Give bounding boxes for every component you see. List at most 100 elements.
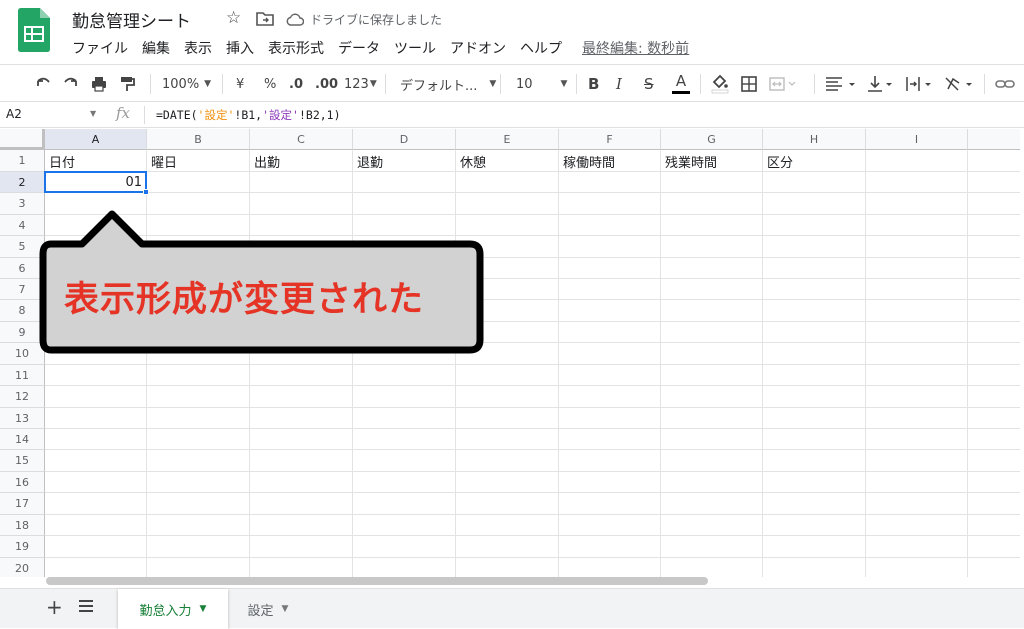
sheet-tab-attendance[interactable]: 勤怠入力 ▼ (118, 589, 228, 629)
percent-button[interactable]: % (264, 65, 276, 103)
row-header-18[interactable]: 18 (0, 515, 45, 536)
cell-a1[interactable]: 日付 (49, 152, 75, 171)
menu-file[interactable]: ファイル (72, 38, 128, 58)
font-size-select[interactable]: 10 ▼ (516, 65, 567, 103)
row-header-19[interactable]: 19 (0, 536, 45, 558)
menu-tools[interactable]: ツール (394, 38, 436, 58)
cell-c1[interactable]: 出勤 (254, 152, 280, 171)
formula-input[interactable]: =DATE('設定'!B1,'設定'!B2,1) (156, 107, 341, 123)
text-wrap-icon[interactable] (904, 65, 936, 103)
app-header: 勤怠管理シート ☆ ドライブに保存しました ファイル 編集 表示 挿入 表示形式… (0, 0, 1024, 64)
cell-b1[interactable]: 曜日 (151, 152, 177, 171)
fill-handle[interactable] (143, 189, 149, 195)
sheet-tab-settings[interactable]: 設定 ▼ (232, 589, 304, 629)
fill-color-icon[interactable] (710, 65, 730, 103)
chevron-down-icon[interactable]: ▼ (200, 604, 207, 614)
menu-help[interactable]: ヘルプ (520, 38, 562, 58)
all-sheets-icon[interactable] (78, 599, 94, 613)
row-header-15[interactable]: 15 (0, 450, 45, 472)
sheets-logo-icon[interactable] (18, 8, 50, 52)
number-format-label: 123 (344, 76, 369, 92)
print-icon[interactable] (90, 65, 108, 103)
formula-bar: A2 ▼ fx =DATE('設定'!B1,'設定'!B2,1) (0, 102, 1024, 128)
strikethrough-button[interactable]: S (644, 65, 654, 103)
toolbar: 100% ▼ ¥ % .0 .00 123 ▼ デフォルト... ▼ 10 ▼ B I … (0, 64, 1024, 102)
redo-icon[interactable] (62, 65, 80, 103)
chevron-down-icon: ▼ (489, 79, 497, 89)
column-header-d[interactable]: D (353, 129, 456, 150)
row-header-11[interactable]: 11 (0, 365, 45, 386)
insert-link-icon[interactable] (994, 65, 1016, 103)
cell-h1[interactable]: 区分 (767, 152, 793, 171)
merge-cells-icon[interactable] (768, 65, 798, 103)
decrease-decimal-button[interactable]: .0 (289, 65, 303, 103)
cloud-saved-icon[interactable] (286, 12, 304, 26)
row-header-5[interactable]: 5 (0, 236, 45, 258)
cell-g1[interactable]: 残業時間 (665, 152, 717, 171)
cell-e1[interactable]: 休憩 (460, 152, 486, 171)
menu-insert[interactable]: 挿入 (226, 38, 254, 58)
annotation-text: 表示形成が変更された (64, 280, 425, 320)
row-header-3[interactable]: 3 (0, 193, 45, 215)
horizontal-align-icon[interactable] (824, 65, 858, 103)
column-header-h[interactable]: H (763, 129, 866, 150)
row-header-13[interactable]: 13 (0, 408, 45, 429)
row-header-20[interactable]: 20 (0, 558, 45, 577)
move-folder-icon[interactable] (256, 10, 274, 26)
row-header-17[interactable]: 17 (0, 493, 45, 515)
row-header-9[interactable]: 9 (0, 322, 45, 343)
column-header-e[interactable]: E (456, 129, 559, 150)
paint-format-icon[interactable] (118, 65, 136, 103)
spreadsheet-grid[interactable]: ABCDEFGHI 1 2 3 4 5 6 7 8 9 10 11 12 13 14 15 16 17 18 19 2… (0, 129, 1020, 577)
row-header-12[interactable]: 12 (0, 386, 45, 408)
menu-edit[interactable]: 編集 (142, 38, 170, 58)
row-header-1[interactable]: 1 (0, 150, 45, 172)
text-color-button[interactable]: A (672, 65, 690, 103)
horizontal-scrollbar[interactable] (46, 577, 708, 585)
column-header-i[interactable]: I (866, 129, 968, 150)
row-header-16[interactable]: 16 (0, 472, 45, 493)
column-header-overflow[interactable] (968, 129, 1020, 150)
decrease-decimal-label: .0 (289, 76, 303, 92)
chevron-down-icon[interactable]: ▼ (90, 109, 96, 118)
italic-button[interactable]: I (616, 65, 622, 103)
increase-decimal-button[interactable]: .00 (315, 65, 338, 103)
select-all-corner[interactable] (0, 129, 45, 150)
menu-view[interactable]: 表示 (184, 38, 212, 58)
name-box[interactable]: A2 (6, 107, 22, 121)
column-header-a[interactable]: A (45, 129, 147, 150)
zoom-select[interactable]: 100% ▼ (162, 65, 211, 103)
sheet-tab-label: 勤怠入力 (139, 603, 192, 619)
cell-f1[interactable]: 稼働時間 (563, 152, 615, 171)
font-select[interactable]: デフォルト... ▼ (400, 65, 496, 103)
currency-button[interactable]: ¥ (236, 65, 244, 103)
row-header-10[interactable]: 10 (0, 343, 45, 365)
last-edit-link[interactable]: 最終編集: 数秒前 (582, 38, 689, 58)
star-icon[interactable]: ☆ (226, 8, 241, 28)
chevron-down-icon[interactable]: ▼ (282, 604, 289, 614)
row-header-8[interactable]: 8 (0, 300, 45, 322)
column-header-g[interactable]: G (661, 129, 763, 150)
strikethrough-label: S (644, 75, 654, 93)
document-title[interactable]: 勤怠管理シート (72, 7, 191, 32)
menu-format[interactable]: 表示形式 (268, 38, 324, 58)
cell-d1[interactable]: 退勤 (357, 152, 383, 171)
vertical-align-icon[interactable] (866, 65, 896, 103)
column-header-c[interactable]: C (250, 129, 353, 150)
borders-icon[interactable] (740, 65, 758, 103)
undo-icon[interactable] (34, 65, 52, 103)
row-header-6[interactable]: 6 (0, 258, 45, 279)
menu-data[interactable]: データ (338, 38, 380, 58)
column-header-f[interactable]: F (559, 129, 661, 150)
row-header-7[interactable]: 7 (0, 279, 45, 300)
row-header-2[interactable]: 2 (0, 172, 45, 193)
bold-button[interactable]: B (588, 65, 599, 103)
number-format-select[interactable]: 123 ▼ (344, 65, 377, 103)
text-rotation-icon[interactable] (944, 65, 978, 103)
add-sheet-button[interactable]: + (46, 595, 63, 619)
menu-addons[interactable]: アドオン (450, 38, 506, 58)
row-header-4[interactable]: 4 (0, 215, 45, 236)
row-header-14[interactable]: 14 (0, 429, 45, 450)
percent-label: % (264, 76, 277, 92)
column-header-b[interactable]: B (147, 129, 250, 150)
